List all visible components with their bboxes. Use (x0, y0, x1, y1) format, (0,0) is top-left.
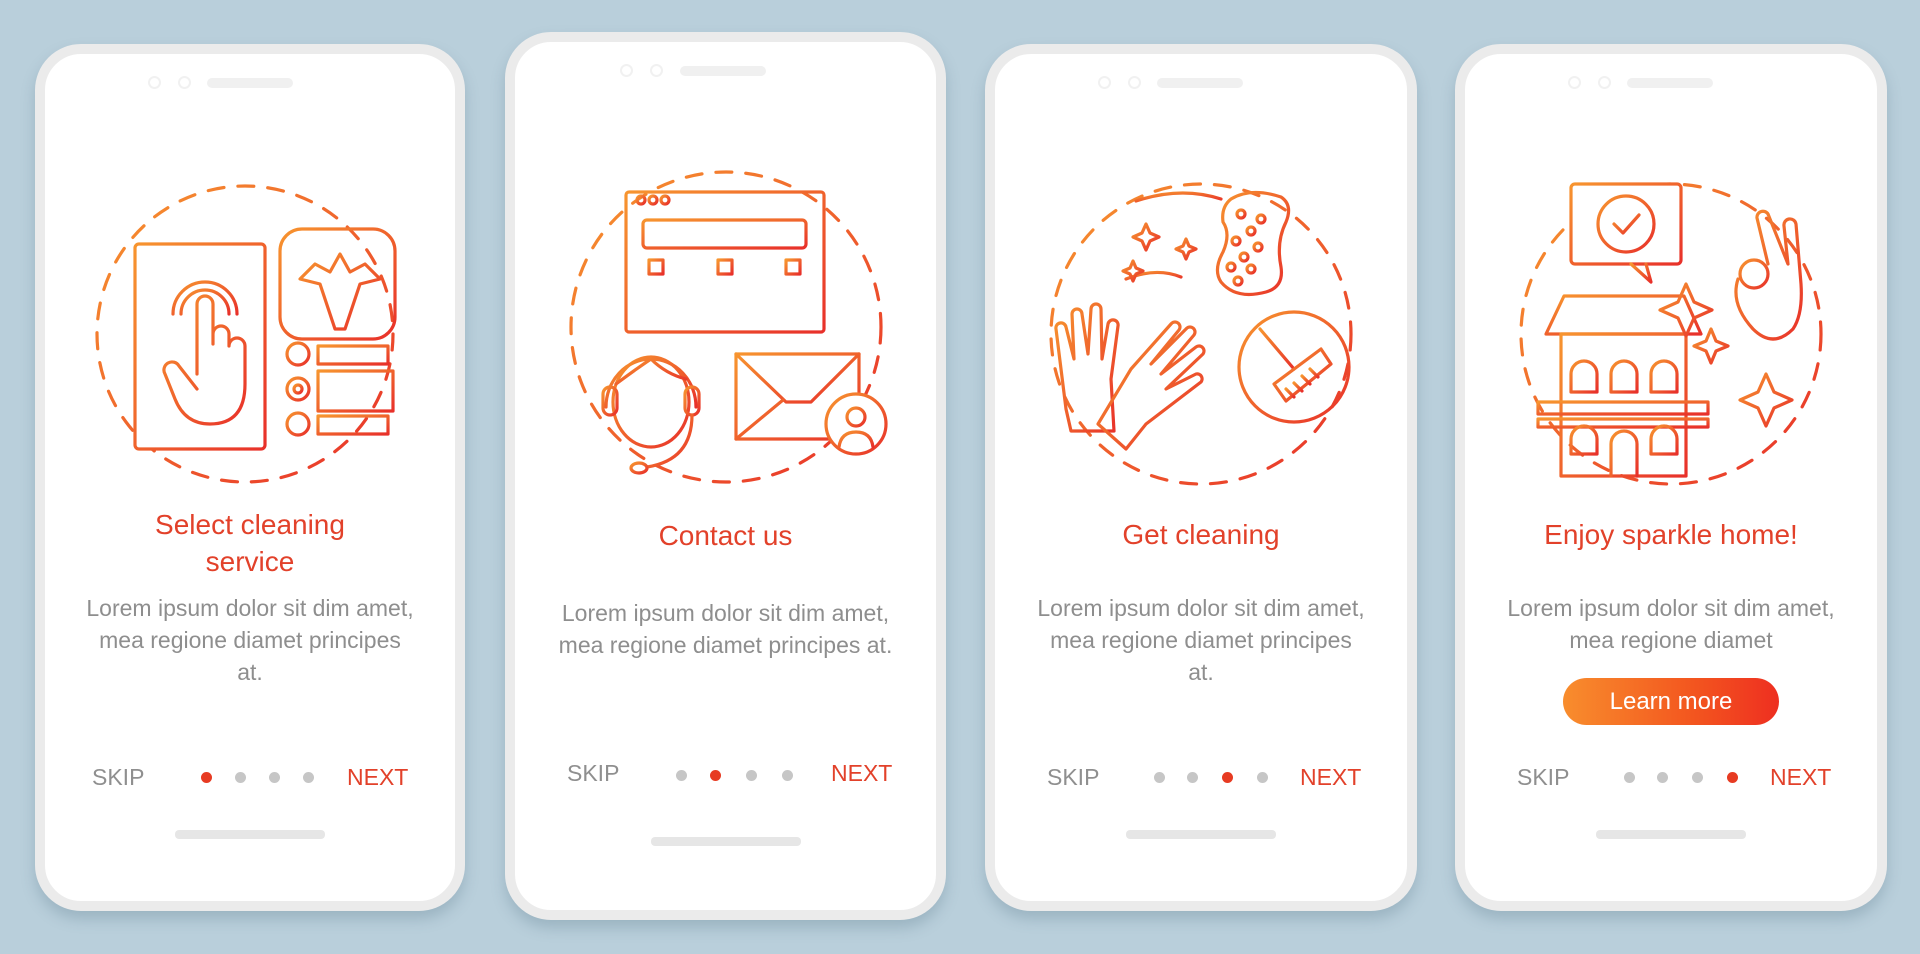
home-indicator (1126, 830, 1276, 839)
sparkle-home-illustration (1519, 182, 1823, 486)
camera-icon (1098, 76, 1111, 89)
page-dot-1[interactable] (1624, 772, 1635, 783)
skip-button[interactable]: SKIP (567, 760, 619, 787)
page-dot-3[interactable] (1692, 772, 1703, 783)
screen-description: Lorem ipsum dolor sit dim amet, mea regi… (1037, 595, 1365, 685)
screen-title: Select cleaning service (155, 509, 345, 577)
camera-icon (148, 76, 161, 89)
speaker-bar (1157, 78, 1243, 88)
screen-title: Enjoy sparkle home! (1544, 519, 1798, 550)
page-dot-1[interactable] (1154, 772, 1165, 783)
onboarding-screen-2: Contact us Lorem ipsum dolor sit dim ame… (505, 32, 946, 920)
page-dot-2[interactable] (235, 772, 246, 783)
page-dot-2[interactable] (1657, 772, 1668, 783)
camera-icon (1568, 76, 1581, 89)
screen-description: Lorem ipsum dolor sit dim amet, mea regi… (558, 600, 893, 658)
skip-button[interactable]: SKIP (92, 764, 144, 791)
get-cleaning-illustration (1049, 182, 1353, 486)
next-button[interactable]: NEXT (1300, 764, 1361, 791)
sensor-icon (1128, 76, 1141, 89)
page-dot-3[interactable] (1222, 772, 1233, 783)
page-dot-1[interactable] (201, 772, 212, 783)
contact-us-illustration (568, 170, 888, 484)
screen-description: Lorem ipsum dolor sit dim amet, mea regi… (86, 595, 414, 685)
page-dot-2[interactable] (710, 770, 721, 781)
onboarding-screen-1: Select cleaning service Lorem ipsum dolo… (35, 44, 465, 911)
skip-button[interactable]: SKIP (1517, 764, 1569, 791)
page-dot-1[interactable] (676, 770, 687, 781)
next-button[interactable]: NEXT (347, 764, 408, 791)
page-dot-2[interactable] (1187, 772, 1198, 783)
next-button[interactable]: NEXT (831, 760, 892, 787)
sensor-icon (650, 64, 663, 77)
page-dot-3[interactable] (746, 770, 757, 781)
sensor-icon (178, 76, 191, 89)
speaker-bar (1627, 78, 1713, 88)
skip-button[interactable]: SKIP (1047, 764, 1099, 791)
page-dot-3[interactable] (269, 772, 280, 783)
select-cleaning-service-illustration (95, 184, 397, 484)
speaker-bar (680, 66, 766, 76)
speaker-bar (207, 78, 293, 88)
screen-title: Contact us (658, 520, 793, 551)
onboarding-screen-4: Enjoy sparkle home! Lorem ipsum dolor si… (1455, 44, 1887, 911)
screen-description: Lorem ipsum dolor sit dim amet, mea regi… (1507, 595, 1835, 653)
home-indicator (1596, 830, 1746, 839)
sensor-icon (1598, 76, 1611, 89)
page-dot-4[interactable] (782, 770, 793, 781)
next-button[interactable]: NEXT (1770, 764, 1831, 791)
screen-title: Get cleaning (1122, 519, 1280, 550)
onboarding-screen-3: Get cleaning Lorem ipsum dolor sit dim a… (985, 44, 1417, 911)
learn-more-button[interactable]: Learn more (1563, 678, 1779, 725)
page-dot-4[interactable] (1727, 772, 1738, 783)
home-indicator (175, 830, 325, 839)
page-dot-4[interactable] (1257, 772, 1268, 783)
camera-icon (620, 64, 633, 77)
home-indicator (650, 837, 801, 846)
page-dot-4[interactable] (303, 772, 314, 783)
